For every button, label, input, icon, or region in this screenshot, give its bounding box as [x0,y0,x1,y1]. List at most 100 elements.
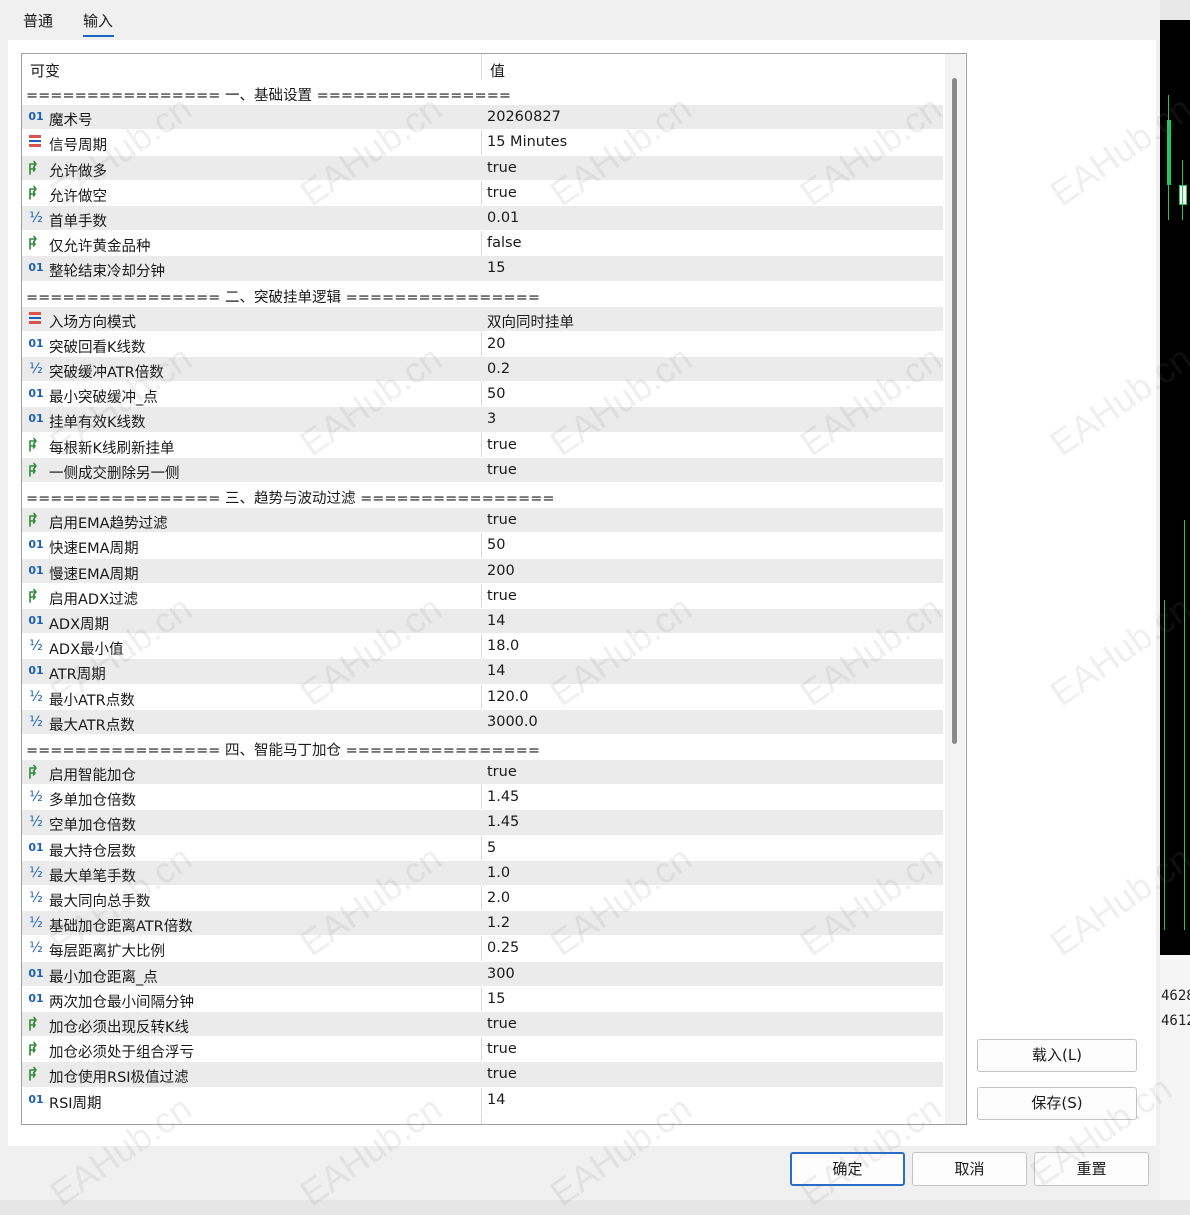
param-value[interactable]: false [487,235,522,251]
param-row[interactable]: 加仓必须处于组合浮亏 true [22,1037,943,1063]
param-value[interactable]: true [487,1041,517,1057]
param-row[interactable]: 每根新K线刷新挂单 true [22,433,943,458]
param-value[interactable]: true [487,462,517,478]
param-name: ADX周期 [49,616,110,633]
param-row[interactable]: 01 整轮结束冷却分钟 15 [22,256,943,282]
param-value[interactable]: 20260827 [487,109,561,125]
bool-type-icon [27,1065,45,1083]
ok-button[interactable]: 确定 [790,1152,905,1186]
param-row[interactable]: 01 快速EMA周期 50 [22,533,943,559]
header-variable[interactable]: 可变 [30,60,60,81]
param-name: 一侧成交删除另一侧 [49,465,180,482]
param-row[interactable]: 01 两次加仓最小间隔分钟 15 [22,987,943,1012]
param-row[interactable]: 01 突破回看K线数 20 [22,332,943,358]
param-row[interactable]: 信号周期 15 Minutes [22,130,943,156]
param-value[interactable]: 双向同时挂单 [487,311,574,332]
param-row[interactable]: 01 挂单有效K线数 3 [22,407,943,433]
param-name: 突破回看K线数 [49,339,146,356]
param-row[interactable]: ½ 多单加仓倍数 1.45 [22,785,943,811]
param-value[interactable]: 50 [487,386,505,402]
section-row[interactable]: ================ 一、基础设置 ================ [22,80,943,106]
param-row[interactable]: ½ 空单加仓倍数 1.45 [22,810,943,836]
param-row[interactable]: ½ 最小ATR点数 120.0 [22,685,943,710]
param-value[interactable]: 5 [487,840,496,856]
param-row[interactable]: 启用ADX过滤 true [22,584,943,609]
param-value[interactable]: 14 [487,613,505,629]
param-value[interactable]: 1.2 [487,915,510,931]
vertical-scrollbar[interactable] [945,54,965,1124]
section-row[interactable]: ================ 三、趋势与波动过滤 =============… [22,483,943,509]
param-row[interactable]: 01 慢速EMA周期 200 [22,558,943,584]
param-row[interactable]: 入场方向模式 双向同时挂单 [22,306,943,332]
param-row[interactable]: 仅允许黄金品种 false [22,231,943,257]
section-row[interactable]: ================ 四、智能马丁加仓 ==============… [22,734,943,761]
param-value[interactable]: true [487,764,517,780]
param-name: ATR周期 [49,667,106,684]
tab-general[interactable]: 普通 [23,10,53,31]
param-row[interactable]: 加仓使用RSI极值过滤 true [22,1062,943,1088]
param-value[interactable]: true [487,437,517,453]
param-row[interactable]: 加仓必须出现反转K线 true [22,1011,943,1038]
scrollbar-thumb[interactable] [952,78,957,744]
param-value[interactable]: true [487,512,517,528]
param-row[interactable]: 允许做多 true [22,155,943,181]
load-button[interactable]: 载入(L) [977,1039,1137,1072]
param-value[interactable]: 0.25 [487,940,519,956]
inputs-grid[interactable]: 可变 值 ================ 一、基础设置 ===========… [21,53,967,1125]
param-row[interactable]: 01 RSI周期 14 [22,1088,943,1113]
bool-type-icon [27,159,45,177]
param-value[interactable]: 300 [487,966,515,982]
param-value[interactable]: 0.2 [487,361,510,377]
section-row[interactable]: ================ 二、突破挂单逻辑 ==============… [22,281,943,307]
param-row[interactable]: 01 魔术号 20260827 [22,105,943,131]
param-value[interactable]: 20 [487,336,505,352]
param-row[interactable]: 01 最小突破缓冲_点 50 [22,382,943,408]
param-value[interactable]: 18.0 [487,638,519,654]
param-value[interactable]: 1.45 [487,789,519,805]
param-value[interactable]: true [487,160,517,176]
param-value[interactable]: 50 [487,537,505,553]
param-row[interactable]: 一侧成交删除另一侧 true [22,457,943,483]
param-row[interactable]: ½ 基础加仓距离ATR倍数 1.2 [22,911,943,937]
param-value[interactable]: 15 [487,260,505,276]
double-type-icon: ½ [29,940,43,957]
reset-button[interactable]: 重置 [1034,1152,1149,1186]
param-row[interactable]: ½ ADX最小值 18.0 [22,634,943,660]
param-value[interactable]: 3000.0 [487,714,538,730]
save-button[interactable]: 保存(S) [977,1087,1137,1120]
param-row[interactable]: 允许做空 true [22,181,943,206]
double-type-icon: ½ [29,209,43,226]
param-value[interactable]: 2.0 [487,890,510,906]
param-value[interactable]: true [487,1066,517,1082]
param-row[interactable]: 01 ATR周期 14 [22,659,943,685]
param-value[interactable]: 15 Minutes [487,134,567,150]
param-value[interactable]: true [487,185,517,201]
param-row[interactable]: ½ 首单手数 0.01 [22,205,943,232]
param-row[interactable]: 01 ADX周期 14 [22,608,943,635]
param-value[interactable]: 3 [487,411,496,427]
param-row[interactable]: ½ 每层距离扩大比例 0.25 [22,936,943,962]
param-value[interactable]: 0.01 [487,210,519,226]
param-value[interactable]: 14 [487,663,505,679]
param-row[interactable]: 01 最大持仓层数 5 [22,836,943,861]
param-row[interactable]: ½ 突破缓冲ATR倍数 0.2 [22,357,943,383]
tab-inputs[interactable]: 输入 [83,10,113,31]
param-row[interactable]: 启用智能加仓 true [22,760,943,786]
param-value[interactable]: 15 [487,991,505,1007]
cancel-button[interactable]: 取消 [912,1152,1027,1186]
header-value[interactable]: 值 [490,60,505,81]
param-row[interactable]: ½ 最大单笔手数 1.0 [22,860,943,886]
param-value[interactable]: true [487,1016,517,1032]
param-value[interactable]: 14 [487,1092,505,1108]
param-value[interactable]: true [487,588,517,604]
param-row[interactable]: ½ 最大同向总手数 2.0 [22,886,943,912]
param-row[interactable]: 启用EMA趋势过滤 true [22,508,943,534]
param-value[interactable]: 120.0 [487,689,529,705]
param-row[interactable]: 01 最小加仓距离_点 300 [22,961,943,987]
param-name: 信号周期 [49,138,107,155]
param-value[interactable]: 1.0 [487,865,510,881]
grid-rows: ================ 一、基础设置 ================… [22,80,943,1113]
param-value[interactable]: 200 [487,563,515,579]
param-value[interactable]: 1.45 [487,814,519,830]
param-row[interactable]: ½ 最大ATR点数 3000.0 [22,709,943,735]
